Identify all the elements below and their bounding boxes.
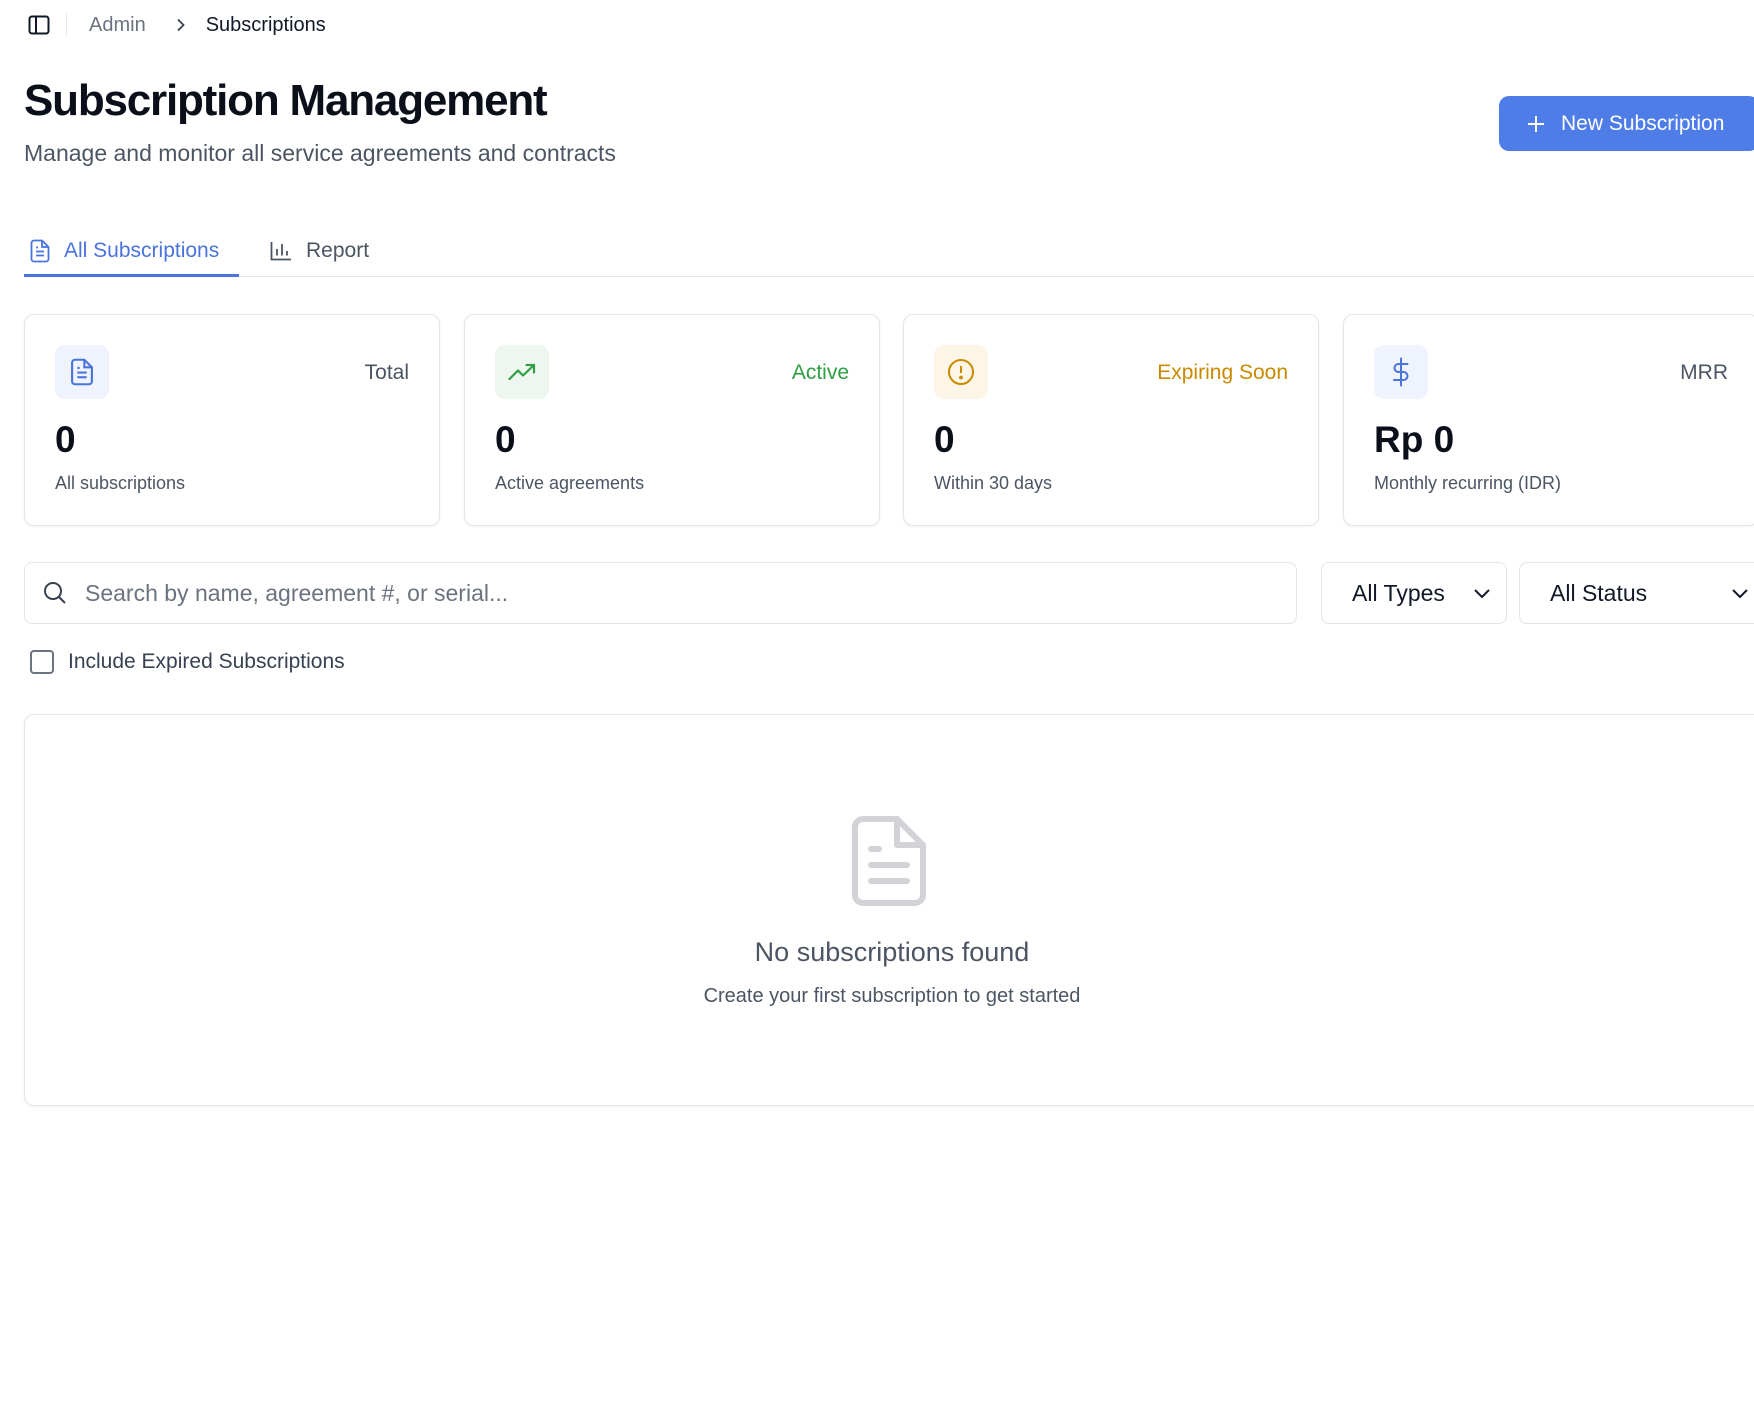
chevron-right-icon	[176, 18, 186, 32]
search-icon	[43, 581, 67, 605]
plus-icon	[1528, 115, 1544, 132]
empty-state-title: No subscriptions found	[754, 937, 1030, 967]
stat-card-total: Total 0 All subscriptions	[24, 314, 440, 526]
trending-up-icon	[508, 363, 536, 381]
tab-report[interactable]: Report	[270, 224, 369, 277]
tab-all-subscriptions-label: All Subscriptions	[64, 238, 220, 262]
sidebar-toggle-icon[interactable]	[24, 10, 54, 40]
stat-card-mrr: MRR Rp 0 Monthly recurring (IDR)	[1343, 314, 1754, 526]
breadcrumb: Admin Subscriptions	[24, 10, 326, 40]
empty-state-description: Create your first subscription to get st…	[703, 985, 1081, 1007]
document-icon	[71, 358, 93, 386]
stat-description: Within 30 days	[934, 473, 1053, 493]
breadcrumb-admin-link[interactable]: Admin	[89, 14, 146, 37]
include-expired-toggle[interactable]: Include Expired Subscriptions	[30, 650, 345, 674]
stat-value: 0	[55, 419, 76, 460]
tab-all-subscriptions[interactable]: All Subscriptions	[30, 224, 219, 277]
divider	[66, 14, 67, 36]
stat-icon-box	[495, 345, 549, 399]
subscriptions-page: Admin Subscriptions Subscription Managem…	[0, 0, 1754, 1428]
type-select-value: All Types	[1352, 579, 1445, 606]
stat-description: Monthly recurring (IDR)	[1374, 473, 1562, 493]
stat-label: Expiring Soon	[1157, 361, 1288, 384]
type-select[interactable]: All Types	[1321, 562, 1507, 624]
stat-icon-box	[55, 345, 109, 399]
stat-description: All subscriptions	[55, 473, 186, 493]
tab-report-label: Report	[306, 238, 370, 262]
search-input[interactable]	[85, 579, 1265, 607]
active-tab-indicator	[24, 274, 239, 277]
dollar-icon	[1393, 357, 1409, 387]
bar-chart-icon	[270, 241, 291, 260]
alert-circle-icon	[948, 359, 974, 385]
include-expired-label: Include Expired Subscriptions	[68, 650, 345, 673]
include-expired-checkbox[interactable]	[30, 650, 54, 674]
new-subscription-button[interactable]: New Subscription	[1499, 96, 1754, 151]
search-box	[24, 562, 1297, 624]
stat-label: MRR	[1680, 361, 1728, 384]
page-subtitle: Manage and monitor all service agreement…	[24, 140, 616, 166]
status-select[interactable]: All Status	[1519, 562, 1754, 624]
status-select-value: All Status	[1550, 579, 1648, 606]
new-subscription-label: New Subscription	[1561, 111, 1725, 135]
breadcrumb-current: Subscriptions	[205, 13, 326, 36]
stat-icon-box	[934, 345, 988, 399]
document-icon	[30, 239, 50, 262]
empty-state-panel: No subscriptions found Create your first…	[24, 714, 1754, 1106]
chevron-down-icon	[1474, 589, 1490, 599]
chevron-down-icon	[1732, 589, 1748, 599]
page-title: Subscription Management	[24, 76, 548, 125]
stat-value: 0	[934, 419, 955, 460]
document-icon	[852, 816, 926, 906]
stat-label: Total	[364, 361, 409, 384]
stat-description: Active agreements	[495, 473, 645, 493]
tab-bar: All Subscriptions Report	[24, 224, 1754, 277]
stat-card-expiring-soon: Expiring Soon 0 Within 30 days	[903, 314, 1319, 526]
stat-value: 0	[495, 419, 516, 460]
stat-value: Rp 0	[1374, 419, 1455, 460]
stat-icon-box	[1374, 345, 1428, 399]
stat-card-active: Active 0 Active agreements	[464, 314, 880, 526]
stat-label: Active	[791, 361, 849, 384]
